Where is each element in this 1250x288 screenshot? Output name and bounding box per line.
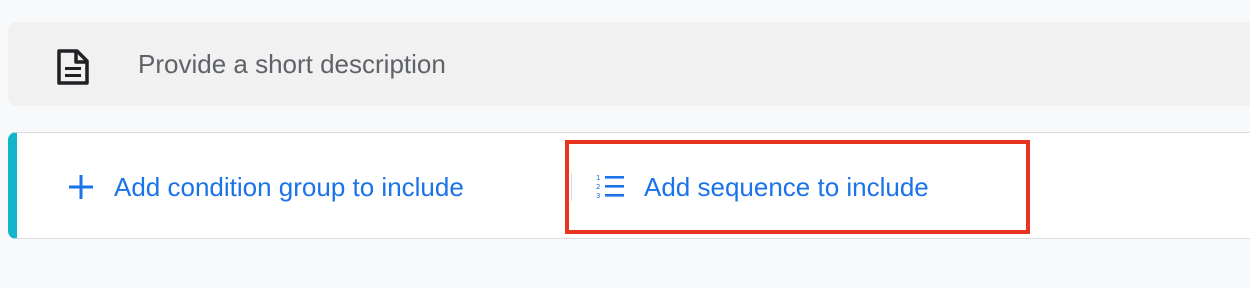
add-sequence-label: Add sequence to include — [644, 171, 929, 202]
add-condition-group-button[interactable]: Add condition group to include — [66, 165, 464, 209]
add-sequence-button[interactable]: 1 2 3 Add sequence to include — [596, 165, 929, 209]
svg-text:2: 2 — [596, 183, 600, 191]
plus-icon — [69, 175, 93, 199]
description-bar — [8, 22, 1250, 106]
action-divider — [571, 173, 572, 201]
svg-text:1: 1 — [596, 174, 600, 182]
numbered-list-icon: 1 2 3 — [596, 174, 624, 200]
add-condition-group-label: Add condition group to include — [114, 171, 464, 202]
include-actions-card: Add condition group to include 1 2 3 Add… — [8, 132, 1250, 239]
description-input[interactable] — [136, 42, 1138, 86]
document-icon — [57, 49, 89, 85]
svg-text:3: 3 — [596, 192, 600, 200]
segment-builder: Add condition group to include 1 2 3 Add… — [0, 0, 1250, 288]
